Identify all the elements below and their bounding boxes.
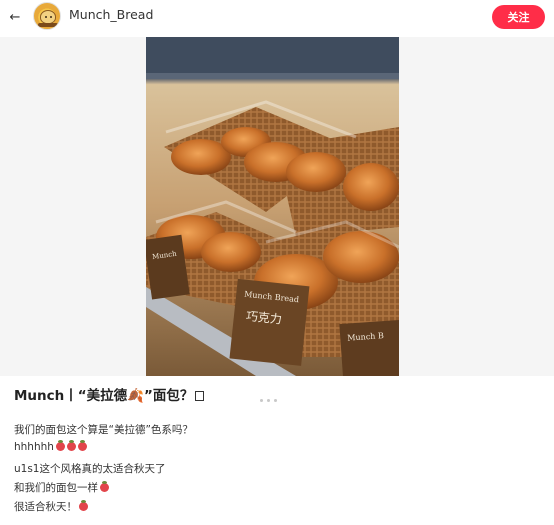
back-arrow-icon[interactable]: ← <box>8 8 22 26</box>
bread-face-icon <box>40 10 56 24</box>
media-carousel[interactable]: Munch Munch Bread 巧克力 Munch B <box>0 37 554 402</box>
carousel-dot[interactable] <box>267 399 270 402</box>
tomato-emoji-icon <box>55 440 65 451</box>
tomato-emoji-icon <box>77 440 87 451</box>
post-line-3: u1s1这个风格真的太适合秋天了 <box>14 463 166 475</box>
carousel-dot[interactable] <box>253 399 256 402</box>
carousel-dot[interactable] <box>260 399 263 402</box>
follow-button[interactable]: 关注 <box>492 5 545 29</box>
post-line-1: 我们的面包这个算是“美拉德”色系吗？ <box>14 424 193 436</box>
top-bar: ← Munch_Bread 关注 <box>0 0 554 36</box>
post-line-5: 很适合秋天！ <box>14 499 88 514</box>
username[interactable]: Munch_Bread <box>69 7 153 22</box>
avatar[interactable] <box>33 2 61 30</box>
leaf-emoji-icon: 🍂 <box>127 388 144 404</box>
carousel-indicator[interactable] <box>253 399 277 402</box>
bread-photo: Munch Munch Bread 巧克力 Munch B <box>146 37 399 376</box>
tomato-emoji-icon <box>100 481 109 492</box>
carousel-dot[interactable] <box>274 399 277 402</box>
post-line-2: hhhhhh <box>14 440 87 453</box>
post-title: Munch丨“美拉德🍂”面包？ <box>14 384 205 404</box>
tomato-emoji-icon <box>79 500 88 511</box>
post-line-4: 和我们的面包一样 <box>14 480 109 495</box>
tomato-emoji-icon <box>66 440 76 451</box>
missing-glyph-icon <box>195 391 205 401</box>
